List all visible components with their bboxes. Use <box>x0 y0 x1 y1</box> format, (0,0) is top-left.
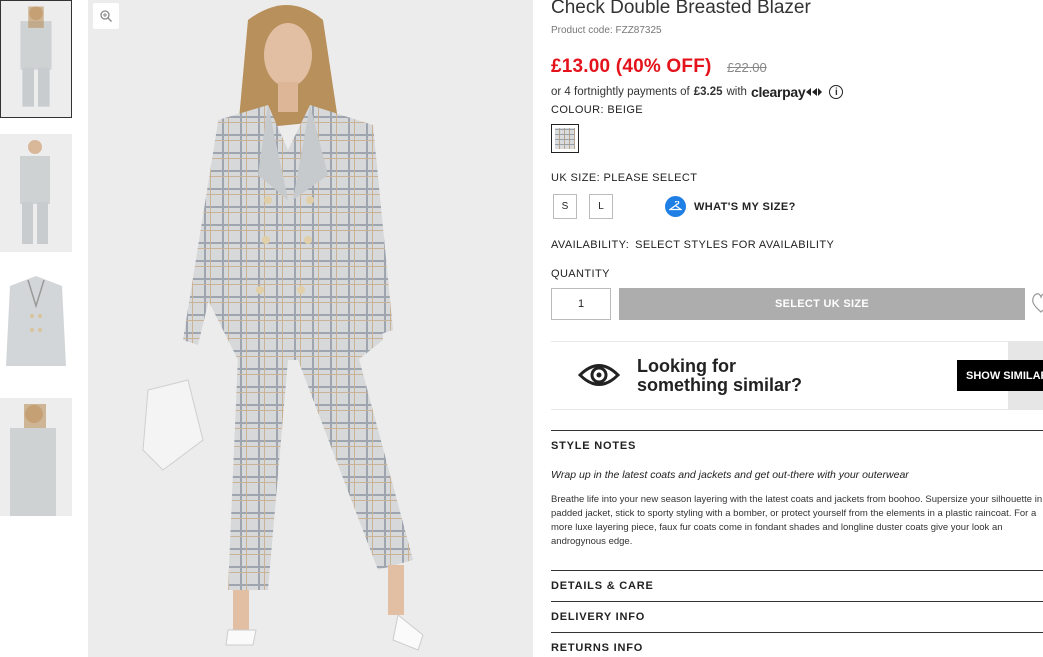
clearpay-message: or 4 fortnightly payments of £3.25 with … <box>551 84 844 100</box>
sale-price: £13.00 (40% OFF) <box>551 56 712 77</box>
style-notes-body: Breathe life into your new season layeri… <box>551 494 1043 547</box>
colour-value: BEIGE <box>607 104 644 116</box>
colour-swatch-beige[interactable] <box>551 124 579 153</box>
style-notes-lead: Wrap up in the latest coats and jackets … <box>551 469 909 481</box>
size-option-l[interactable]: L <box>589 194 613 219</box>
colour-label: COLOUR: BEIGE <box>551 104 643 116</box>
similar-line1: Looking for <box>637 356 736 376</box>
swatch-pattern <box>555 128 575 149</box>
delivery-info-accordion[interactable]: DELIVERY INFO <box>551 601 1043 623</box>
similar-items-banner: Looking for something similar? SHOW SIMI… <box>551 341 1043 410</box>
thumbnail-4[interactable] <box>0 398 72 516</box>
info-icon[interactable]: i <box>829 85 844 99</box>
wishlist-heart-icon[interactable] <box>1031 290 1043 316</box>
clearpay-with: with <box>726 86 747 98</box>
clearpay-arrows-icon <box>806 88 823 96</box>
blazer-photo-thumb <box>0 266 72 384</box>
thumbnail-3[interactable] <box>0 266 72 384</box>
product-title: Check Double Breasted Blazer <box>551 0 811 18</box>
whats-my-size-label: WHAT'S MY SIZE? <box>694 200 796 213</box>
product-info: Check Double Breasted Blazer Product cod… <box>551 0 1043 657</box>
model-photo <box>88 0 533 657</box>
model-photo-thumb <box>0 134 72 252</box>
size-option-s[interactable]: S <box>553 194 577 219</box>
product-code: Product code: FZZ87325 <box>551 25 662 36</box>
eye-icon <box>578 364 620 386</box>
size-value: PLEASE SELECT <box>603 172 698 184</box>
model-photo-thumb <box>0 398 72 516</box>
magnifier-plus-icon <box>100 10 112 22</box>
clearpay-amount: £3.25 <box>693 86 723 98</box>
whats-my-size-link[interactable]: WHAT'S MY SIZE? <box>665 196 796 217</box>
quantity-input[interactable]: 1 <box>551 288 611 320</box>
similar-heading: Looking for something similar? <box>637 357 802 395</box>
clearpay-brand: clearpay <box>750 84 806 100</box>
size-label: UK SIZE: PLEASE SELECT <box>551 172 697 184</box>
availability-value: SELECT STYLES FOR AVAILABILITY <box>635 239 835 251</box>
returns-info-accordion[interactable]: RETURNS INFO <box>551 632 1043 654</box>
availability-label: AVAILABILITY: <box>551 239 630 251</box>
similar-line2: something similar? <box>637 375 803 395</box>
availability: AVAILABILITY: SELECT STYLES FOR AVAILABIL… <box>551 239 834 251</box>
zoom-button[interactable] <box>93 3 119 29</box>
quantity-label: QUANTITY <box>551 268 610 280</box>
thumbnail-1[interactable] <box>0 0 72 118</box>
thumbnail-2[interactable] <box>0 134 72 252</box>
original-price: £22.00 <box>727 60 767 75</box>
details-care-accordion[interactable]: DETAILS & CARE <box>551 570 1043 592</box>
main-product-image[interactable] <box>88 0 533 657</box>
colour-label-text: COLOUR: <box>551 104 604 116</box>
clearpay-prefix: or 4 fortnightly payments of <box>551 86 690 98</box>
clearpay-logo: clearpay <box>751 84 823 100</box>
add-to-bag-button[interactable]: SELECT UK SIZE <box>619 288 1025 320</box>
show-similar-button[interactable]: SHOW SIMILAR <box>957 360 1043 391</box>
style-notes-heading[interactable]: STYLE NOTES <box>551 430 1043 452</box>
size-label-text: UK SIZE: <box>551 172 601 184</box>
model-photo-thumb <box>1 1 71 117</box>
hanger-icon <box>665 196 686 217</box>
